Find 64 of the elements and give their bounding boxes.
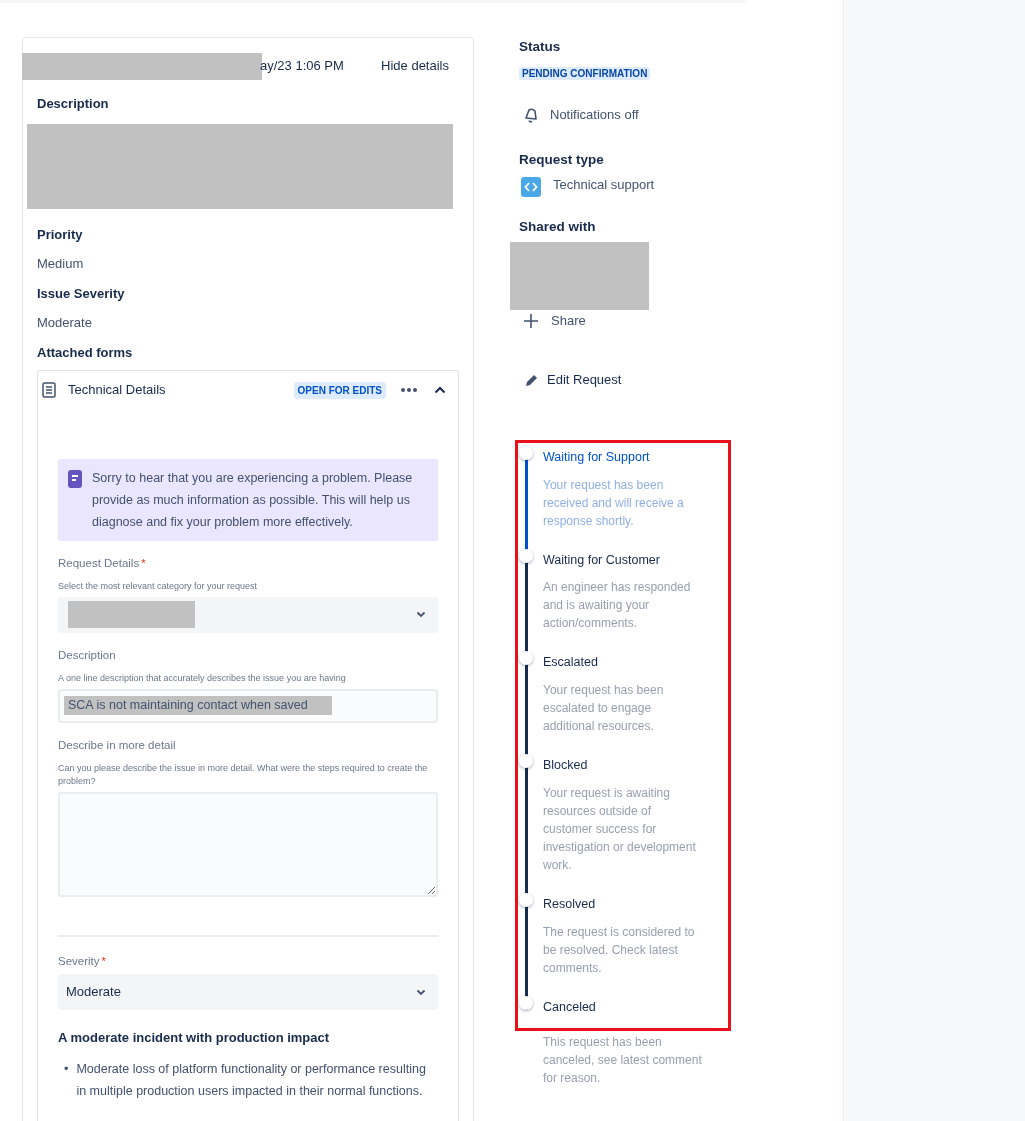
code-icon	[521, 176, 541, 197]
step-title[interactable]: Escalated	[543, 653, 718, 672]
field-value: SCA is not maintaining contact when saved	[64, 696, 332, 715]
field-label: Priority	[37, 225, 84, 244]
edit-request-link[interactable]: Edit Request	[547, 370, 622, 390]
step-dot	[519, 754, 533, 768]
field-label: Request Details	[58, 556, 140, 571]
step-dot	[519, 548, 533, 563]
text-field[interactable]: SCA is not maintaining contact when saved	[58, 688, 438, 723]
bullet-marker: •	[64, 1060, 69, 1078]
select-value: Moderate	[66, 983, 121, 1002]
help-text: Can you please describe the issue in more detail. What were the steps required to create the problem?	[58, 761, 429, 789]
step-description: The request is considered to be resolved. Check latest comments.	[543, 923, 696, 977]
more-icon[interactable]	[400, 387, 418, 393]
pencil-icon[interactable]	[524, 372, 539, 388]
chevron-down-icon	[416, 611, 426, 619]
step-title[interactable]: Blocked	[543, 756, 718, 775]
field-label: Status	[519, 38, 562, 56]
step-description: An engineer has responded and is awaiting your action/comments.	[543, 579, 692, 633]
step-dot	[519, 892, 533, 907]
help-text: Select the most relevant category for your request	[58, 580, 259, 594]
step-description: This request has been canceled, see latest comment for reason.	[543, 1034, 703, 1088]
field-label: Shared with	[519, 217, 597, 236]
field-value: Medium	[37, 255, 85, 273]
field-value: Moderate	[37, 314, 93, 332]
field-label: Severity	[58, 953, 100, 969]
plus-icon[interactable]	[523, 312, 539, 329]
step-description: Your request has been escalated to engage additional resources.	[543, 682, 665, 735]
step-title[interactable]: Waiting for Customer	[543, 550, 718, 570]
section-heading: Attached forms	[37, 343, 134, 362]
share-link[interactable]: Share	[551, 310, 586, 331]
step-description: Your request is awaiting resources outside of customer success for investigation or development work.	[543, 784, 697, 874]
form-title: Technical Details	[68, 381, 166, 400]
step-dot	[519, 995, 533, 1010]
select-field[interactable]: Moderate	[58, 974, 438, 1010]
field-label: Description	[58, 647, 116, 663]
step-title[interactable]: Canceled	[543, 997, 718, 1017]
field-label: Request type	[519, 151, 605, 170]
section-heading: A moderate incident with production impact	[58, 1029, 331, 1047]
field-label: Issue Severity	[37, 284, 126, 303]
field-label: Describe in more detail	[58, 737, 176, 753]
timestamp: ay/23 1:06 PM	[260, 57, 344, 76]
step-title[interactable]: Resolved	[543, 894, 718, 914]
bullet-text: Moderate loss of platform functionality or performance resulting in multiple production users impacted in their normal functions.	[76, 1060, 427, 1100]
form-status-badge: OPEN FOR EDITS	[293, 381, 386, 399]
chevron-icon[interactable]	[434, 386, 446, 394]
notifications-toggle[interactable]: Notifications off	[550, 104, 639, 125]
required-mark: *	[101, 953, 106, 969]
select-field[interactable]	[58, 596, 438, 633]
step-title[interactable]: Waiting for Support	[543, 447, 718, 467]
chevron-down-icon	[416, 988, 426, 996]
step-dot	[519, 651, 533, 666]
step-description: Your request has been received and will receive a response shortly.	[543, 476, 685, 530]
required-mark: *	[141, 556, 146, 571]
bell-icon[interactable]	[523, 106, 538, 123]
note-icon	[68, 470, 82, 488]
form-icon	[42, 382, 56, 398]
help-text: A one line description that accurately describes the issue you are having	[58, 672, 347, 685]
info-text: Sorry to hear that you are experiencing a problem. Please provide as much information as possible. This will help us diagnose and fix your problem more effectively.	[92, 470, 414, 531]
request-type-value: Technical support	[553, 175, 655, 194]
step-dot	[519, 445, 533, 460]
hide-details-link[interactable]: Hide details	[381, 56, 449, 76]
status-badge: PENDING CONFIRMATION	[519, 67, 651, 81]
field-label: Description	[37, 95, 110, 113]
